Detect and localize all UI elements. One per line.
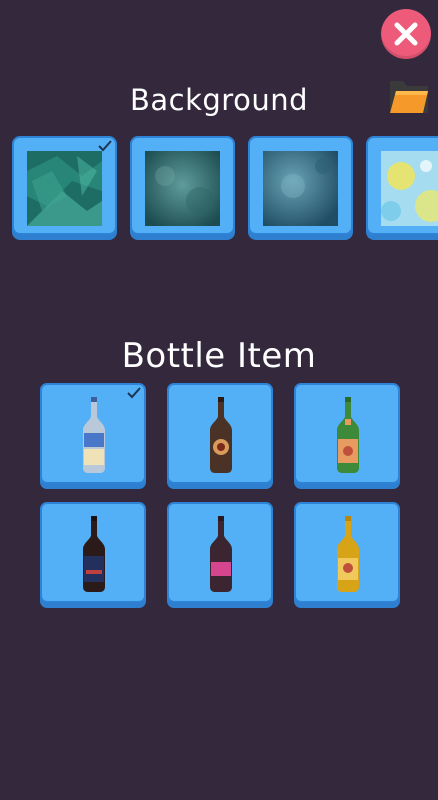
background-item-dark-teal-grunge[interactable]: [130, 136, 235, 235]
dark-teal-grunge-swatch: [145, 151, 220, 226]
background-item-blue-grunge[interactable]: [248, 136, 353, 235]
bottle-item-green[interactable]: [294, 383, 400, 484]
bottle-item-dark-navy-label[interactable]: [40, 502, 146, 603]
blue-grunge-swatch: [263, 151, 338, 226]
checkmark-icon: [98, 140, 112, 152]
background-item-green-marble[interactable]: [12, 136, 117, 235]
bottle-item-yellow[interactable]: [294, 502, 400, 603]
bottle-image: [210, 516, 232, 592]
bottle-image: [210, 397, 232, 473]
background-list[interactable]: [0, 136, 438, 246]
background-item-yellow-watercolor[interactable]: [366, 136, 438, 235]
bottle-image: [337, 516, 359, 592]
bottle-item-brown-round-label[interactable]: [167, 383, 273, 484]
bottle-item-pink-label[interactable]: [167, 502, 273, 603]
bottle-item-blue-label[interactable]: [40, 383, 146, 484]
yellow-watercolor-swatch: [381, 151, 438, 226]
close-icon: [394, 22, 418, 46]
bottle-item-title: Bottle Item: [121, 336, 317, 376]
background-title: Background: [129, 83, 308, 117]
bottle-image: [83, 516, 105, 592]
close-button[interactable]: [381, 9, 431, 59]
checkmark-icon: [127, 387, 141, 399]
bottle-image: [337, 397, 359, 473]
bottle-image: [83, 397, 105, 473]
green-marble-swatch: [27, 151, 102, 226]
